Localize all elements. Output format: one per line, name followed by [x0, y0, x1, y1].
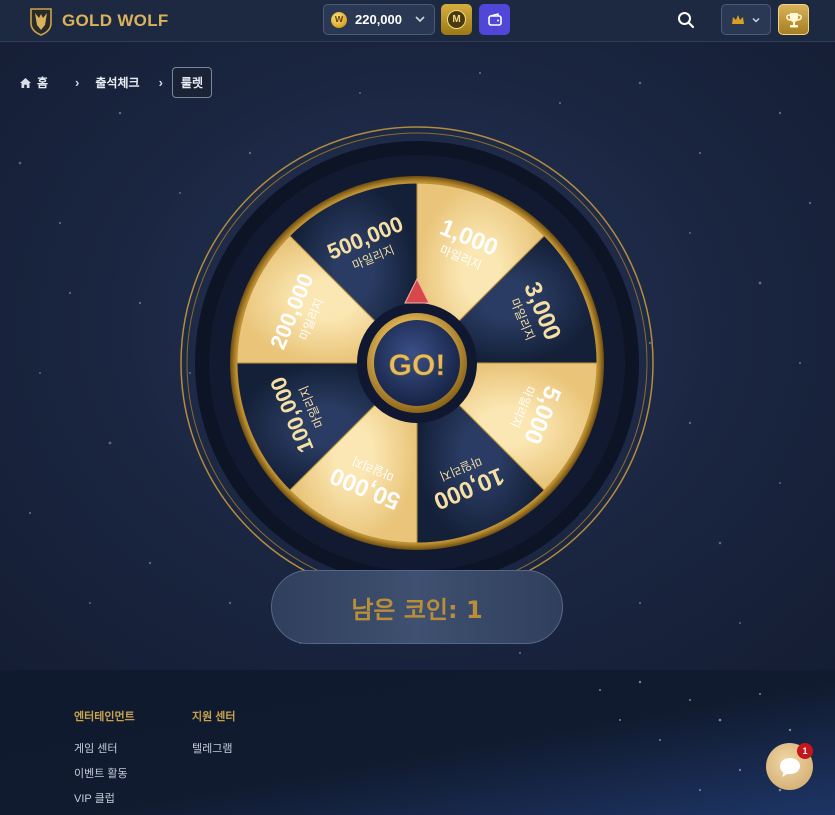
chevron-down-icon — [415, 16, 425, 23]
chat-bubble-icon — [779, 757, 800, 777]
crown-icon — [732, 14, 744, 24]
footer-link[interactable]: 이벤트 활동 — [74, 765, 135, 790]
go-button[interactable]: GO! — [388, 349, 446, 383]
search-icon — [678, 12, 695, 29]
chevron-right-icon: › — [75, 75, 80, 90]
footer: 엔터테인먼트 게임 센터 이벤트 활동 VIP 클럽 지원 센터 텔레그램 — [0, 670, 835, 815]
wolf-logo-icon — [30, 8, 52, 36]
wallet-icon — [487, 12, 502, 26]
balance-amount: 220,000 — [355, 12, 402, 27]
top-header: GOLD WOLF W 220,000 M — [0, 0, 835, 42]
mileage-icon: M — [447, 10, 466, 29]
breadcrumb: 홈 › 출석체크 › 룰렛 — [12, 67, 212, 98]
breadcrumb-attendance-label: 출석체크 — [95, 76, 140, 90]
breadcrumb-attendance[interactable]: 출석체크 — [88, 67, 146, 98]
breadcrumb-current: 룰렛 — [171, 67, 212, 98]
balance-selector[interactable]: W 220,000 — [323, 4, 435, 35]
coin-icon: W — [331, 11, 347, 28]
brand-name: GOLD WOLF — [62, 11, 169, 30]
home-icon — [20, 77, 31, 88]
footer-link[interactable]: VIP 클럽 — [74, 790, 135, 815]
footer-column-entertainment: 엔터테인먼트 게임 센터 이벤트 활동 VIP 클럽 — [74, 708, 135, 815]
breadcrumb-current-label: 룰렛 — [180, 76, 203, 90]
chevron-right-icon: › — [158, 75, 163, 90]
footer-link[interactable]: 게임 센터 — [74, 740, 135, 765]
roulette-wheel[interactable]: 1,000마일리지3,000마일리지5,000마일리지10,000마일리지50,… — [173, 119, 661, 607]
remaining-coins: 남은 코인: 1 — [271, 570, 563, 644]
chat-unread-badge: 1 — [797, 743, 813, 759]
search-button[interactable] — [672, 6, 700, 34]
chevron-down-icon — [752, 17, 760, 23]
footer-column-title: 지원 센터 — [192, 711, 236, 723]
roulette-page: 홈 › 출석체크 › 룰렛 1,000 마일리지 3,000 마일리지 5,00… — [0, 43, 835, 670]
footer-column-title: 엔터테인먼트 — [74, 711, 135, 723]
footer-column-support: 지원 센터 텔레그램 — [192, 708, 236, 765]
wallet-button[interactable] — [479, 4, 510, 35]
breadcrumb-home[interactable]: 홈 — [12, 67, 55, 98]
footer-link[interactable]: 텔레그램 — [192, 740, 236, 765]
brand-logo[interactable]: GOLD WOLF — [26, 4, 169, 38]
trophy-icon — [785, 12, 802, 27]
mileage-button[interactable]: M — [441, 4, 472, 35]
region-selector[interactable] — [721, 4, 771, 35]
breadcrumb-home-label: 홈 — [37, 76, 49, 90]
trophy-button[interactable] — [778, 4, 809, 35]
